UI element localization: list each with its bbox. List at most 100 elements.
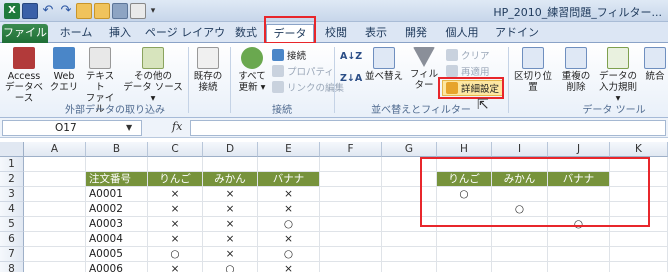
table-cell[interactable]: ○	[203, 262, 258, 272]
column-header-I[interactable]: I	[492, 142, 548, 157]
table-cell[interactable]: ○	[258, 217, 320, 232]
table-cell[interactable]: ×	[203, 232, 258, 247]
cell[interactable]	[437, 157, 492, 172]
open-folder-icon[interactable]	[76, 3, 92, 19]
criteria-cell[interactable]: ○	[437, 187, 492, 202]
order-number-cell[interactable]: A0002	[86, 202, 148, 217]
cell[interactable]	[148, 157, 203, 172]
table-cell[interactable]: ×	[258, 232, 320, 247]
cell[interactable]	[437, 217, 492, 232]
table-header-cell[interactable]: りんご	[148, 172, 203, 187]
table-cell[interactable]: ×	[148, 187, 203, 202]
cell[interactable]	[320, 172, 382, 187]
folder-icon[interactable]	[94, 3, 110, 19]
cell[interactable]	[437, 232, 492, 247]
cell[interactable]	[382, 157, 437, 172]
tab-addins[interactable]: アドイン	[492, 24, 542, 43]
cell[interactable]	[610, 172, 668, 187]
table-cell[interactable]: ×	[258, 202, 320, 217]
cell[interactable]	[382, 187, 437, 202]
column-header-D[interactable]: D	[203, 142, 258, 157]
cell[interactable]	[382, 262, 437, 272]
order-number-cell[interactable]: A0003	[86, 217, 148, 232]
tab-file[interactable]: ファイル	[2, 24, 48, 43]
column-header-J[interactable]: J	[548, 142, 610, 157]
table-header-cell[interactable]: 注文番号	[86, 172, 148, 187]
cell[interactable]	[610, 247, 668, 262]
cell[interactable]	[382, 232, 437, 247]
cell[interactable]	[320, 202, 382, 217]
tab-personal[interactable]: 個人用	[438, 24, 486, 43]
table-cell[interactable]: ○	[148, 247, 203, 262]
table-cell[interactable]: ×	[258, 262, 320, 272]
criteria-header-cell[interactable]: バナナ	[548, 172, 610, 187]
cell[interactable]	[320, 187, 382, 202]
cell[interactable]	[24, 232, 86, 247]
redo-icon[interactable]: ↷	[58, 3, 74, 19]
cell[interactable]	[610, 157, 668, 172]
cell[interactable]	[548, 262, 610, 272]
table-cell[interactable]: ×	[148, 217, 203, 232]
cell[interactable]	[24, 247, 86, 262]
worksheet-grid[interactable]: A B C D E F G H I J K 1 2 3 4 5 6 7 8 注文番号 りんご みかん バナナ A0001 × × ×…	[0, 142, 668, 272]
criteria-cell[interactable]: ○	[492, 202, 548, 217]
tab-page-layout[interactable]: ページ レイアウト	[144, 24, 226, 56]
print-preview-icon[interactable]	[130, 3, 146, 19]
table-header-cell[interactable]: バナナ	[258, 172, 320, 187]
cell[interactable]	[203, 157, 258, 172]
cell[interactable]	[548, 202, 610, 217]
tab-home[interactable]: ホーム	[56, 24, 96, 43]
cell[interactable]	[492, 262, 548, 272]
data-validation-button[interactable]: データの 入力規則 ▾	[596, 47, 640, 104]
cell[interactable]	[492, 187, 548, 202]
clear-filter-button[interactable]: クリア	[446, 48, 490, 62]
cell[interactable]	[24, 217, 86, 232]
name-box-dropdown-icon[interactable]: ▼	[126, 120, 132, 136]
cell[interactable]	[320, 217, 382, 232]
criteria-header-cell[interactable]: みかん	[492, 172, 548, 187]
cell[interactable]	[610, 187, 668, 202]
tab-formulas[interactable]: 数式	[228, 24, 264, 43]
cell[interactable]	[382, 202, 437, 217]
cell[interactable]	[382, 247, 437, 262]
cell[interactable]	[320, 247, 382, 262]
consolidate-button[interactable]: 統合	[642, 47, 668, 82]
cell[interactable]	[382, 172, 437, 187]
cell[interactable]	[610, 262, 668, 272]
cell[interactable]	[437, 262, 492, 272]
cell[interactable]	[610, 217, 668, 232]
row-header-2[interactable]: 2	[0, 172, 24, 187]
row-header-3[interactable]: 3	[0, 187, 24, 202]
text-to-columns-button[interactable]: 区切り位置	[510, 47, 556, 93]
cell[interactable]	[610, 232, 668, 247]
table-cell[interactable]: ×	[148, 262, 203, 272]
table-cell[interactable]: ×	[258, 187, 320, 202]
criteria-cell[interactable]: ○	[548, 217, 610, 232]
cell[interactable]	[548, 232, 610, 247]
table-cell[interactable]: ×	[203, 247, 258, 262]
column-header-H[interactable]: H	[437, 142, 492, 157]
row-header-8[interactable]: 8	[0, 262, 24, 272]
cell[interactable]	[492, 217, 548, 232]
column-header-E[interactable]: E	[258, 142, 320, 157]
undo-icon[interactable]: ↶	[40, 3, 56, 19]
cell[interactable]	[24, 187, 86, 202]
cell[interactable]	[320, 157, 382, 172]
cell[interactable]	[548, 247, 610, 262]
order-number-cell[interactable]: A0005	[86, 247, 148, 262]
refresh-all-button[interactable]: すべて 更新 ▾	[234, 47, 270, 93]
save-icon[interactable]	[22, 3, 38, 19]
tab-developer[interactable]: 開発	[398, 24, 434, 43]
cell[interactable]	[24, 157, 86, 172]
column-header-C[interactable]: C	[148, 142, 203, 157]
web-query-button[interactable]: Web クエリ	[48, 47, 80, 93]
properties-button[interactable]: プロパティ	[272, 64, 334, 78]
tab-view[interactable]: 表示	[358, 24, 394, 43]
access-button[interactable]: Access データベース	[2, 47, 46, 104]
sort-descending-button[interactable]: Z↓A	[340, 73, 362, 84]
cell[interactable]	[320, 232, 382, 247]
cell[interactable]	[258, 157, 320, 172]
order-number-cell[interactable]: A0001	[86, 187, 148, 202]
cell[interactable]	[24, 262, 86, 272]
cell[interactable]	[492, 157, 548, 172]
